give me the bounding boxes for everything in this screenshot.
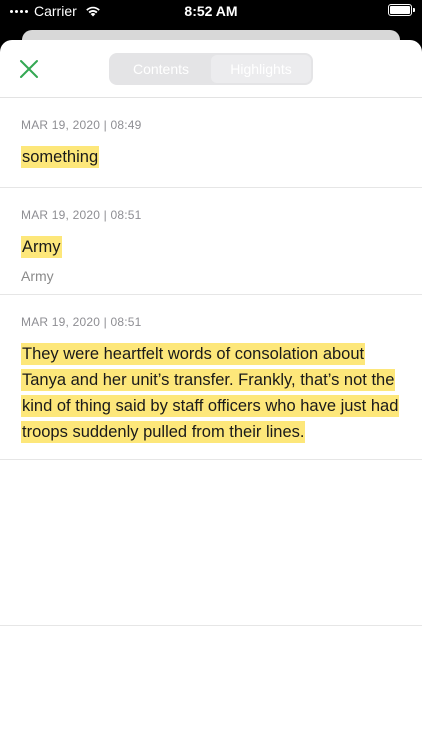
- empty-row: [0, 460, 422, 626]
- highlight-date: MAR 19, 2020 | 08:51: [21, 315, 142, 329]
- highlight-item[interactable]: MAR 19, 2020 | 08:49 something: [0, 98, 422, 188]
- highlight-text: Army: [21, 236, 62, 258]
- highlight-item[interactable]: MAR 19, 2020 | 08:51 They were heartfelt…: [0, 295, 422, 460]
- highlight-note: Army: [21, 268, 54, 284]
- highlight-item[interactable]: MAR 19, 2020 | 08:51 Army Army: [0, 188, 422, 295]
- highlight-text: They were heartfelt words of consolation…: [21, 343, 400, 443]
- status-bar: Carrier 8:52 AM: [0, 0, 422, 24]
- highlight-text-block: something: [21, 144, 402, 170]
- tab-highlights[interactable]: Highlights: [211, 55, 311, 83]
- highlight-date: MAR 19, 2020 | 08:51: [21, 208, 142, 222]
- highlights-sheet: Contents Highlights MAR 19, 2020 | 08:49…: [0, 40, 422, 750]
- segmented-control: Contents Highlights: [109, 53, 313, 85]
- sheet-header: Contents Highlights: [0, 40, 422, 98]
- status-time: 8:52 AM: [184, 3, 238, 19]
- highlight-date: MAR 19, 2020 | 08:49: [21, 118, 142, 132]
- highlight-text-block: They were heartfelt words of consolation…: [21, 341, 402, 445]
- highlight-text-block: Army: [21, 234, 402, 260]
- highlight-text: something: [21, 146, 100, 168]
- close-icon[interactable]: [18, 58, 40, 80]
- tab-contents[interactable]: Contents: [111, 55, 211, 83]
- battery-icon: [388, 4, 415, 16]
